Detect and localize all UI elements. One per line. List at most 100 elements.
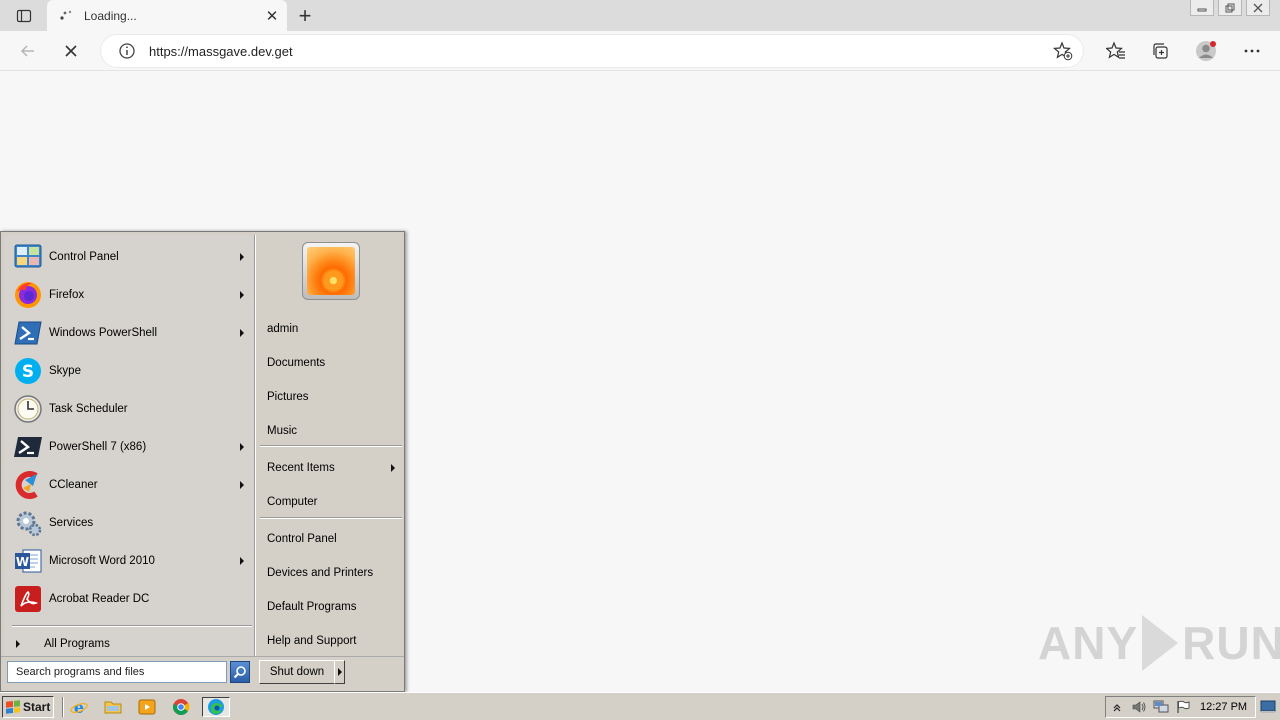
close-icon (1253, 3, 1263, 12)
taskbar-edge-window[interactable] (202, 697, 230, 717)
start-menu-footer: Search programs and files Shut down (1, 656, 404, 691)
submenu-arrow-icon (391, 464, 395, 472)
ccleaner-icon (12, 469, 44, 501)
start-menu-column-divider (254, 235, 256, 656)
program-services[interactable]: Services (4, 504, 254, 542)
link-control-panel[interactable]: Control Panel (267, 529, 401, 549)
stop-loading-button[interactable] (55, 35, 87, 67)
link-pictures[interactable]: Pictures (267, 387, 401, 407)
tab-actions-button[interactable] (8, 5, 40, 27)
link-documents[interactable]: Documents (267, 353, 401, 373)
program-label: Microsoft Word 2010 (49, 555, 155, 567)
user-avatar[interactable] (302, 242, 360, 300)
chrome-icon (172, 699, 190, 715)
shut-down-button[interactable]: Shut down (259, 660, 335, 684)
new-tab-button[interactable]: + (292, 3, 318, 28)
quicklaunch-internet-explorer[interactable]: e (68, 697, 90, 717)
start-button[interactable]: Start (2, 696, 54, 718)
site-info-icon[interactable] (117, 41, 137, 61)
address-url[interactable]: https://massgave.dev.get (149, 44, 1047, 59)
folder-icon (104, 701, 122, 714)
favorites-button[interactable] (1100, 35, 1132, 67)
taskbar-clock[interactable]: 12:27 PM (1200, 701, 1247, 713)
volume-icon[interactable] (1128, 697, 1150, 717)
collections-button[interactable] (1144, 35, 1176, 67)
quicklaunch-explorer[interactable] (102, 697, 124, 717)
places-separator (260, 517, 402, 519)
close-window-button[interactable] (1246, 0, 1270, 16)
powershell7-icon (12, 431, 44, 463)
minimize-icon (1197, 8, 1207, 11)
services-icon (12, 507, 44, 539)
program-acrobat-reader[interactable]: Acrobat Reader DC (4, 580, 254, 618)
link-default-programs[interactable]: Default Programs (267, 597, 401, 617)
link-devices-printers[interactable]: Devices and Printers (267, 563, 401, 583)
svg-text:S: S (22, 362, 34, 382)
anyrun-watermark: ANY RUN (1038, 608, 1280, 678)
window-controls (1186, 0, 1270, 16)
skype-icon: S (12, 355, 44, 387)
submenu-arrow-icon (240, 253, 244, 261)
watermark-left-text: ANY (1038, 617, 1139, 669)
watermark-play-icon (1142, 615, 1179, 671)
network-icon[interactable] (1150, 697, 1172, 717)
restore-icon (1225, 3, 1235, 12)
shut-down-arrow-icon (337, 668, 342, 676)
firefox-icon (12, 279, 44, 311)
program-label: Firefox (49, 289, 85, 301)
show-desktop-icon (1260, 700, 1276, 713)
taskbar: Start e 12:27 PM (0, 692, 1280, 720)
quicklaunch-chrome[interactable] (170, 697, 192, 717)
all-programs-label: All Programs (44, 638, 110, 650)
link-music[interactable]: Music (267, 421, 401, 441)
start-menu-places: admin Documents Pictures Music Recent It… (257, 235, 403, 656)
program-task-scheduler[interactable]: Task Scheduler (4, 390, 254, 428)
program-windows-powershell[interactable]: Windows PowerShell (4, 314, 254, 352)
program-control-panel[interactable]: Control Panel (4, 238, 254, 276)
start-search-input[interactable]: Search programs and files (7, 661, 227, 683)
quicklaunch-media-player[interactable] (136, 697, 158, 717)
program-ccleaner[interactable]: CCleaner (4, 466, 254, 504)
watermark-right-text: RUN (1182, 617, 1280, 669)
submenu-arrow-icon (240, 329, 244, 337)
restore-button[interactable] (1218, 0, 1242, 16)
program-label: Windows PowerShell (49, 327, 158, 339)
link-computer[interactable]: Computer (267, 492, 401, 512)
program-powershell-7[interactable]: PowerShell 7 (x86) (4, 428, 254, 466)
add-favorite-icon[interactable] (1047, 37, 1079, 65)
program-firefox[interactable]: Firefox (4, 276, 254, 314)
edge-icon (208, 699, 224, 715)
program-microsoft-word[interactable]: W Microsoft Word 2010 (4, 542, 254, 580)
show-hidden-icons-icon[interactable] (1106, 697, 1128, 717)
profile-button[interactable] (1190, 35, 1222, 67)
tab-title: Loading... (84, 8, 137, 23)
tab-close-icon[interactable]: ✕ (261, 5, 283, 27)
internet-explorer-icon: e (70, 698, 88, 716)
link-help-support[interactable]: Help and Support (267, 631, 401, 651)
svg-text:W: W (16, 555, 29, 569)
program-skype[interactable]: S Skype (4, 352, 254, 390)
link-recent-items[interactable]: Recent Items (267, 458, 401, 478)
address-bar[interactable]: https://massgave.dev.get (100, 34, 1084, 68)
show-desktop-button[interactable] (1259, 696, 1277, 718)
minimize-button[interactable] (1190, 0, 1214, 16)
link-user-folder[interactable]: admin (267, 319, 401, 339)
search-button[interactable] (230, 661, 250, 683)
back-button[interactable] (12, 35, 44, 67)
all-programs-button[interactable]: All Programs (12, 633, 252, 655)
powershell-icon (12, 317, 44, 349)
browser-tab-active[interactable]: Loading... ✕ (47, 0, 287, 31)
action-center-flag-icon[interactable] (1172, 697, 1194, 717)
shut-down-options-button[interactable] (334, 660, 345, 684)
settings-more-button[interactable] (1236, 35, 1268, 67)
submenu-arrow-icon (240, 557, 244, 565)
search-icon (233, 666, 246, 679)
recent-items-label: Recent Items (267, 462, 335, 474)
search-placeholder: Search programs and files (16, 666, 145, 678)
acrobat-icon (12, 583, 44, 615)
submenu-arrow-icon (240, 481, 244, 489)
program-label: Skype (49, 365, 81, 377)
more-dots-icon (1244, 49, 1260, 53)
back-arrow-icon (20, 45, 34, 57)
start-menu-programs: Control Panel Firefox Windows PowerShell… (4, 235, 254, 656)
